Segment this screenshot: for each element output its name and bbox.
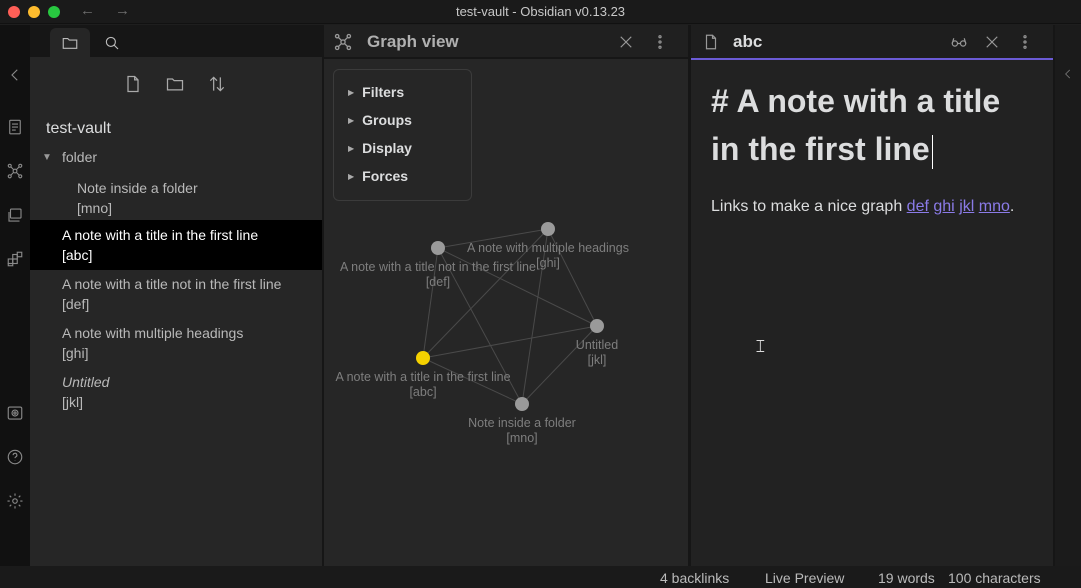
graph-settings-panel: ▶ Filters ▶ Groups ▶ Display ▶ Forces bbox=[333, 69, 472, 201]
graph-node-label: Untitled bbox=[576, 338, 618, 352]
file-alias: [ghi] bbox=[62, 345, 89, 361]
graph-node-ghi[interactable] bbox=[541, 222, 555, 236]
reading-view-icon[interactable] bbox=[948, 32, 970, 52]
note-heading[interactable]: # A note with a title in the first line bbox=[711, 77, 1046, 173]
graph-node-alias: [def] bbox=[426, 275, 450, 289]
file-explorer-pane: test-vault ▼ folder Note inside a folder… bbox=[30, 25, 322, 566]
heading-line-2: in the first line bbox=[711, 131, 930, 167]
graph-node-alias: [ghi] bbox=[536, 256, 560, 270]
text-cursor bbox=[931, 134, 933, 169]
file-alias: [jkl] bbox=[62, 394, 83, 410]
graph-nodes: A note with multiple headings[ghi]A note… bbox=[335, 222, 629, 445]
new-folder-icon[interactable] bbox=[162, 71, 188, 97]
graph-node-def[interactable] bbox=[431, 241, 445, 255]
caret-down-icon: ▼ bbox=[42, 151, 52, 163]
graph-node-alias: [mno] bbox=[506, 431, 537, 445]
collapse-left-icon[interactable] bbox=[5, 65, 25, 85]
link-mno[interactable]: mno bbox=[979, 198, 1010, 215]
search-icon bbox=[105, 36, 119, 49]
groups-section[interactable]: ▶ Groups bbox=[348, 112, 412, 128]
graph-view-pane: Graph view A note with multiple headings… bbox=[324, 25, 688, 566]
text-cursor-icon: 𝙸 bbox=[754, 336, 767, 356]
help-icon[interactable] bbox=[5, 447, 25, 467]
files-tab[interactable] bbox=[50, 28, 90, 57]
slides-icon[interactable] bbox=[5, 205, 25, 225]
search-tab[interactable] bbox=[92, 28, 132, 57]
folder-label: folder bbox=[62, 149, 98, 165]
heading-line-1: # A note with a title bbox=[711, 83, 1001, 119]
caret-right-icon: ▶ bbox=[348, 115, 355, 125]
more-options-icon[interactable] bbox=[1015, 32, 1035, 52]
graph-node-mno[interactable] bbox=[515, 397, 529, 411]
editor-mode[interactable]: Live Preview bbox=[765, 570, 844, 586]
link-def[interactable]: def bbox=[907, 198, 929, 215]
paragraph-end: . bbox=[1009, 198, 1015, 215]
vault-name[interactable]: test-vault bbox=[46, 120, 111, 138]
close-icon[interactable] bbox=[982, 32, 1002, 52]
sidebar-tab-bar bbox=[30, 25, 322, 57]
file-item-abc[interactable]: A note with a title in the first line [a… bbox=[30, 220, 322, 270]
backlinks-count[interactable]: 4 backlinks bbox=[660, 570, 729, 586]
file-alias: [def] bbox=[62, 296, 90, 312]
word-count: 19 words bbox=[878, 570, 935, 586]
character-count: 100 characters bbox=[948, 570, 1041, 586]
vault-icon[interactable] bbox=[5, 403, 25, 423]
editor-tab-title: abc bbox=[733, 32, 763, 51]
file-item-mno[interactable]: Note inside a folder [mno] bbox=[30, 173, 322, 223]
paragraph-text: Links to make a nice graph bbox=[711, 198, 903, 215]
window-title: test-vault - Obsidian v0.13.23 bbox=[455, 4, 626, 19]
graph-node-jkl[interactable] bbox=[590, 319, 604, 333]
file-item-ghi[interactable]: A note with multiple headings [ghi] bbox=[30, 318, 322, 368]
forces-section[interactable]: ▶ Forces bbox=[348, 168, 408, 184]
sort-icon[interactable] bbox=[204, 71, 230, 97]
file-title: A note with a title in the first line bbox=[62, 227, 259, 243]
graph-node-label: A note with multiple headings bbox=[467, 241, 629, 255]
file-alias: [abc] bbox=[62, 247, 93, 263]
link-jkl[interactable]: jkl bbox=[959, 198, 974, 215]
file-title: A note with a title not in the first lin… bbox=[62, 276, 282, 292]
graph-node-label: Note inside a folder bbox=[468, 416, 576, 430]
caret-right-icon: ▶ bbox=[348, 87, 355, 97]
left-ribbon bbox=[0, 25, 30, 566]
display-section[interactable]: ▶ Display bbox=[348, 140, 412, 156]
right-sidebar-collapsed bbox=[1055, 25, 1081, 566]
graph-icon[interactable] bbox=[5, 161, 25, 181]
blocks-icon[interactable] bbox=[5, 249, 25, 269]
new-note-icon[interactable] bbox=[120, 71, 146, 97]
graph-node-alias: [abc] bbox=[409, 385, 436, 399]
file-title: Untitled bbox=[62, 374, 110, 390]
file-item-jkl[interactable]: Untitled [jkl] bbox=[30, 367, 322, 417]
folder-item[interactable]: ▼ folder bbox=[42, 149, 97, 165]
switcher-icon[interactable] bbox=[5, 117, 25, 137]
link-ghi[interactable]: ghi bbox=[933, 198, 954, 215]
file-alias: [mno] bbox=[77, 200, 113, 216]
title-bar: ← → test-vault - Obsidian v0.13.23 bbox=[0, 0, 1081, 24]
graph-node-label: A note with a title in the first line bbox=[335, 370, 510, 384]
graph-node-alias: [jkl] bbox=[588, 353, 607, 367]
file-title: Note inside a folder bbox=[77, 180, 198, 196]
filters-section[interactable]: ▶ Filters bbox=[348, 84, 404, 100]
graph-node-abc[interactable] bbox=[416, 351, 430, 365]
note-paragraph[interactable]: Links to make a nice graph def ghi jkl m… bbox=[711, 198, 1014, 216]
folder-icon bbox=[62, 37, 78, 49]
file-icon bbox=[701, 32, 721, 52]
graph-node-label: A note with a title not in the first lin… bbox=[340, 260, 536, 274]
file-title: A note with multiple headings bbox=[62, 325, 244, 341]
expand-right-icon[interactable] bbox=[1061, 67, 1075, 81]
caret-right-icon: ▶ bbox=[348, 171, 355, 181]
file-item-def[interactable]: A note with a title not in the first lin… bbox=[30, 269, 322, 319]
caret-right-icon: ▶ bbox=[348, 143, 355, 153]
editor-pane: abc # A note with a title in the first l… bbox=[691, 25, 1053, 566]
editor-header: abc bbox=[691, 25, 1053, 60]
file-explorer-actions bbox=[30, 71, 322, 97]
status-bar: 4 backlinks Live Preview 19 words 100 ch… bbox=[0, 566, 1081, 588]
settings-icon[interactable] bbox=[5, 491, 25, 511]
